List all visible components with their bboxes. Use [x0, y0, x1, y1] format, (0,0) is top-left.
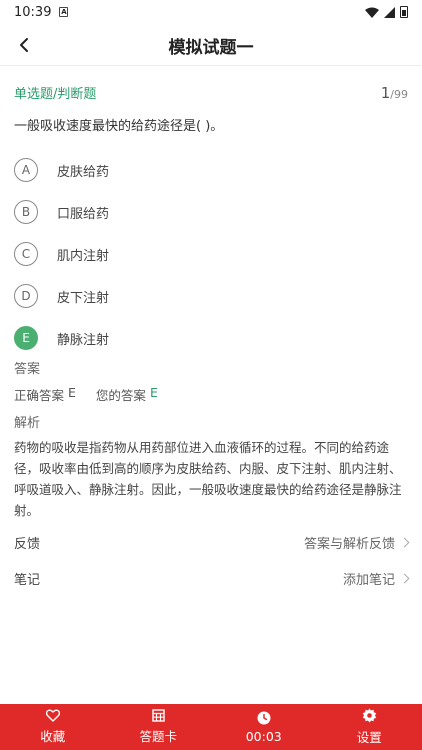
gear-icon [362, 708, 376, 723]
question-text: 一般吸收速度最快的给药途径是( )。 [14, 119, 224, 134]
answer-sheet-label: 答题卡 [139, 729, 177, 744]
your-answer-label: 您的答案 [95, 388, 146, 403]
settings-label: 设置 [356, 730, 382, 745]
chevron-right-icon [399, 573, 410, 583]
status-time: 10:39 [14, 4, 52, 20]
signal-icon [384, 6, 395, 18]
timer-label: 00:03 [245, 728, 282, 744]
question-type: 单选题/判断题 [14, 87, 97, 102]
add-note-text: 添加笔记 [342, 572, 395, 588]
settings-tab[interactable]: 设置 [317, 704, 422, 750]
option-text: 肌内注射 [57, 248, 110, 264]
question-counter: 1/99 [381, 84, 408, 102]
notification-badge-icon: A [59, 7, 69, 17]
option-text: 口服给药 [57, 206, 110, 222]
heart-icon [45, 709, 60, 722]
correct-answer-label: 正确答案 [14, 388, 65, 403]
answer-row: 正确答案 E 您的答案 E [14, 385, 158, 404]
status-icons [365, 6, 408, 18]
option-text: 皮下注射 [57, 290, 110, 306]
option-d[interactable]: D 皮下注射 [14, 275, 314, 317]
feedback-link-text: 答案与解析反馈 [303, 536, 395, 552]
question-index: 1 [380, 84, 391, 102]
correct-answer-value: E [68, 385, 76, 400]
wifi-icon [365, 7, 379, 18]
analysis-text: 药物的吸收是指药物从用药部位进入血液循环的过程。不同的给药途径，吸收率由低到高的… [14, 440, 402, 518]
feedback-link[interactable]: 答案与解析反馈 [303, 533, 410, 552]
answer-sheet-icon [152, 709, 165, 722]
option-c[interactable]: C 肌内注射 [14, 233, 314, 275]
answer-label: 答案 [14, 362, 41, 377]
question-header: 单选题/判断题 1/99 [14, 78, 408, 102]
page-title: 模拟试题一 [168, 38, 254, 58]
battery-icon [400, 6, 408, 18]
add-note-link[interactable]: 添加笔记 [342, 569, 410, 588]
clock-icon [257, 711, 271, 724]
option-letter: A [14, 158, 38, 182]
option-text: 皮肤给药 [57, 164, 110, 180]
option-e[interactable]: E 静脉注射 [14, 317, 314, 359]
chevron-right-icon [399, 537, 410, 547]
answer-sheet-tab[interactable]: 答题卡 [106, 704, 212, 750]
feedback-label: 反馈 [14, 536, 41, 552]
option-a[interactable]: A 皮肤给药 [14, 149, 314, 191]
analysis-label: 解析 [14, 416, 41, 431]
option-text: 静脉注射 [57, 332, 110, 348]
notes-row: 笔记 添加笔记 [14, 564, 410, 592]
status-bar: 10:39 A [0, 0, 422, 24]
options-list: A 皮肤给药 B 口服给药 C 肌内注射 D 皮下注射 E 静脉注射 [14, 149, 314, 359]
favorite-tab[interactable]: 收藏 [0, 704, 106, 750]
option-letter: B [14, 200, 38, 224]
option-letter: D [14, 284, 38, 308]
your-answer-value: E [149, 385, 158, 400]
option-letter-correct: E [14, 326, 38, 350]
option-letter: C [14, 242, 38, 266]
favorite-label: 收藏 [40, 729, 66, 744]
option-b[interactable]: B 口服给药 [14, 191, 314, 233]
notes-label: 笔记 [14, 572, 41, 588]
timer-tab[interactable]: 00:03 [211, 704, 317, 750]
feedback-row: 反馈 答案与解析反馈 [14, 528, 410, 556]
bottom-toolbar: 收藏 答题卡 00:03 设置 [0, 704, 422, 750]
nav-bar: 模拟试题一 [0, 24, 422, 66]
question-total: /99 [390, 88, 408, 101]
